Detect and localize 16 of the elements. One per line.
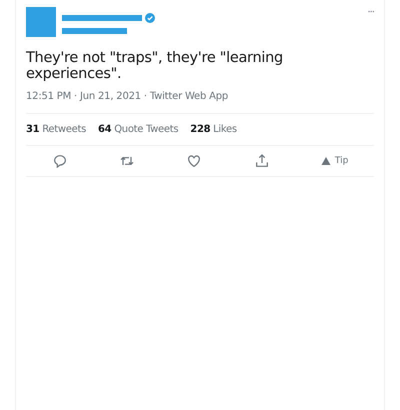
share-button[interactable] (254, 153, 270, 169)
triangle-icon (320, 156, 331, 166)
avatar (26, 7, 56, 37)
redacted-handle-bar (62, 28, 127, 34)
share-icon (254, 153, 270, 169)
tweet-text: They're not "traps", they're "learning experiences". (26, 50, 284, 82)
reply-button[interactable] (52, 153, 68, 169)
heart-icon (186, 153, 202, 169)
tip-button[interactable]: Tip (320, 156, 348, 166)
engagement-stat[interactable]: 31 Retweets (26, 124, 86, 135)
engagement-stat[interactable]: 64 Quote Tweets (98, 124, 178, 135)
reply-icon (52, 153, 68, 169)
tweet-timestamp: 12:51 PM · Jun 21, 2021 · Twitter Web App (26, 91, 374, 114)
like-button[interactable] (186, 153, 202, 169)
more-options-button[interactable]: ··· (367, 7, 374, 18)
engagement-stat[interactable]: 228 Likes (190, 124, 237, 135)
